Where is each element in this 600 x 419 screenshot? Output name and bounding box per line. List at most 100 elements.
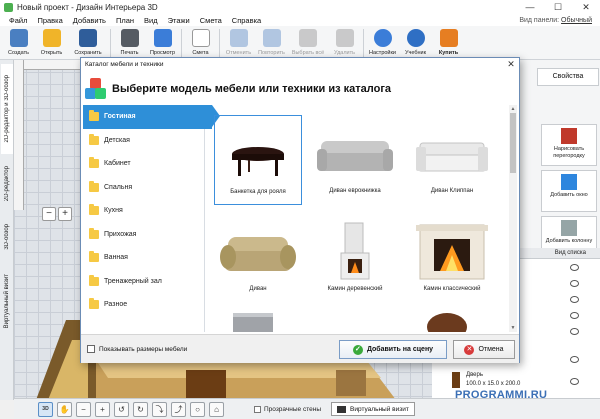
catalog-item-sofa[interactable]: Диван <box>214 213 302 303</box>
preview-button[interactable]: Просмотр <box>146 26 179 59</box>
window-controls: — ☐ ✕ <box>516 0 600 14</box>
tilt-down-icon[interactable]: ⤵ <box>152 401 167 417</box>
cancel-button[interactable]: ✕ Отмена <box>453 340 515 359</box>
camera-icon <box>337 405 346 413</box>
category-bedroom[interactable]: Спальня <box>83 176 204 200</box>
panel-view-value[interactable]: Обычный <box>561 17 592 24</box>
estimate-icon <box>191 29 210 47</box>
category-list: Гостиная Детская Кабинет Спальня Кухня П… <box>83 105 220 332</box>
add-window-button[interactable]: Добавить окно <box>541 170 597 212</box>
eye-icon[interactable] <box>570 296 579 303</box>
main-toolbar: Создать Открыть Сохранить Печать Просмот… <box>0 26 600 60</box>
menu-help[interactable]: Справка <box>227 16 266 25</box>
save-button[interactable]: Сохранить <box>68 26 108 59</box>
folder-icon <box>89 110 99 122</box>
catalog-item-sofa-eurobook[interactable]: Диван еврокнижка <box>311 115 399 205</box>
dialog-title: Каталог мебели и техники <box>85 61 164 68</box>
toolbar-separator <box>181 29 182 57</box>
monitor-icon <box>153 29 172 47</box>
folder-icon <box>89 204 99 216</box>
close-window-button[interactable]: ✕ <box>572 0 600 14</box>
category-living-room[interactable]: Гостиная <box>83 105 220 129</box>
add-to-scene-button[interactable]: ✓ Добавить на сцену <box>339 340 447 359</box>
catalog-item-classic-fireplace[interactable]: Камин классический <box>408 213 496 303</box>
tab-2d-3d[interactable]: 2D-редактор и 3D-обзор <box>1 64 13 154</box>
scroll-thumb[interactable] <box>510 113 516 173</box>
maximize-button[interactable]: ☐ <box>544 0 572 14</box>
draw-partition-button[interactable]: Нарисовать перегородку <box>541 124 597 166</box>
tab-virtual-visit[interactable]: Виртуальный визит <box>1 264 13 338</box>
transparent-walls-toggle[interactable]: Прозрачные стены <box>254 405 321 413</box>
door-thumbnail <box>452 372 460 388</box>
catalog-scrollbar[interactable]: ▲ ▼ <box>509 105 517 332</box>
new-file-icon <box>9 29 28 47</box>
folder-icon <box>89 227 99 239</box>
menu-estimate[interactable]: Смета <box>195 16 227 25</box>
new-button[interactable]: Создать <box>2 26 35 59</box>
menu-view[interactable]: Вид <box>139 16 163 25</box>
catalog-item-sofa-klippan[interactable]: Диван Клиппан <box>408 115 496 205</box>
show-sizes-checkbox[interactable] <box>87 345 95 353</box>
view-3d-button[interactable]: 3D <box>38 401 53 417</box>
eye-icon[interactable] <box>570 280 579 287</box>
tab-properties[interactable]: Свойства <box>537 68 599 86</box>
light-bulb-icon[interactable]: ○ <box>190 401 205 417</box>
delete-button[interactable]: Удалить <box>328 26 361 59</box>
printer-icon <box>120 29 139 47</box>
estimate-button[interactable]: Смета <box>184 26 217 59</box>
menu-file[interactable]: Файл <box>4 16 32 25</box>
catalog-item-piano-bench[interactable]: Банкетка для рояля <box>214 115 302 205</box>
menu-edit[interactable]: Правка <box>32 16 67 25</box>
category-kitchen[interactable]: Кухня <box>83 199 204 223</box>
category-hallway[interactable]: Прихожая <box>83 223 204 247</box>
print-button[interactable]: Печать <box>113 26 146 59</box>
menu-add[interactable]: Добавить <box>68 16 111 25</box>
eye-icon[interactable] <box>570 328 579 335</box>
tab-2d-editor[interactable]: 2D-редактор <box>1 158 13 210</box>
panel-view-selector[interactable]: Вид панели: Обычный <box>519 17 600 24</box>
gear-icon <box>373 29 392 47</box>
folder-icon <box>89 251 99 263</box>
zoom-in-button[interactable]: + <box>58 207 72 221</box>
cart-icon <box>439 29 458 47</box>
zoom-out-button[interactable]: − <box>42 207 56 221</box>
scroll-up-icon[interactable]: ▲ <box>509 105 517 113</box>
catalog-item-rustic-fireplace[interactable]: Камин деревенский <box>311 213 399 303</box>
minimize-button[interactable]: — <box>516 0 544 14</box>
hand-icon[interactable]: ✋ <box>57 401 72 417</box>
transparent-walls-checkbox[interactable] <box>254 405 261 413</box>
menu-plan[interactable]: План <box>111 16 139 25</box>
open-button[interactable]: Открыть <box>35 26 68 59</box>
virtual-visit-button[interactable]: Виртуальный визит <box>331 402 415 416</box>
eye-icon[interactable] <box>570 264 579 271</box>
category-gym[interactable]: Тренажерный зал <box>83 270 204 294</box>
eye-icon[interactable] <box>570 312 579 319</box>
armchair-item-partial <box>427 313 467 332</box>
select-all-button[interactable]: Выбрать всё <box>288 26 328 59</box>
category-kids-room[interactable]: Детская <box>83 129 204 153</box>
dialog-close-button[interactable]: ✕ <box>503 59 519 70</box>
home-icon[interactable]: ⌂ <box>209 401 224 417</box>
settings-button[interactable]: Настройки <box>366 26 399 59</box>
redo-button[interactable]: Повторить <box>255 26 288 59</box>
dialog-footer: Показывать размеры мебели ✓ Добавить на … <box>81 334 519 363</box>
menu-bar: Файл Правка Добавить План Вид Этажи Смет… <box>0 14 600 26</box>
category-misc[interactable]: Разное <box>83 293 204 317</box>
help-icon <box>406 29 425 47</box>
category-office[interactable]: Кабинет <box>83 152 204 176</box>
tilt-up-icon[interactable]: ⤴ <box>171 401 186 417</box>
category-bathroom[interactable]: Ванная <box>83 246 204 270</box>
zoom-in-icon[interactable]: + <box>95 401 110 417</box>
view-mode-tabs: 2D-редактор и 3D-обзор 2D-редактор 3D-об… <box>0 60 14 400</box>
rotate-right-icon[interactable]: ↻ <box>133 401 148 417</box>
buy-button[interactable]: Купить <box>432 26 465 59</box>
cubes-icon <box>85 78 107 100</box>
zoom-out-icon[interactable]: − <box>76 401 91 417</box>
menu-floors[interactable]: Этажи <box>163 16 195 25</box>
delete-icon <box>335 29 354 47</box>
tab-3d-view[interactable]: 3D-обзор <box>1 214 13 260</box>
tutorial-button[interactable]: Учебник <box>399 26 432 59</box>
scroll-down-icon[interactable]: ▼ <box>509 324 517 332</box>
undo-button[interactable]: Отменить <box>222 26 255 59</box>
rotate-left-icon[interactable]: ↺ <box>114 401 129 417</box>
